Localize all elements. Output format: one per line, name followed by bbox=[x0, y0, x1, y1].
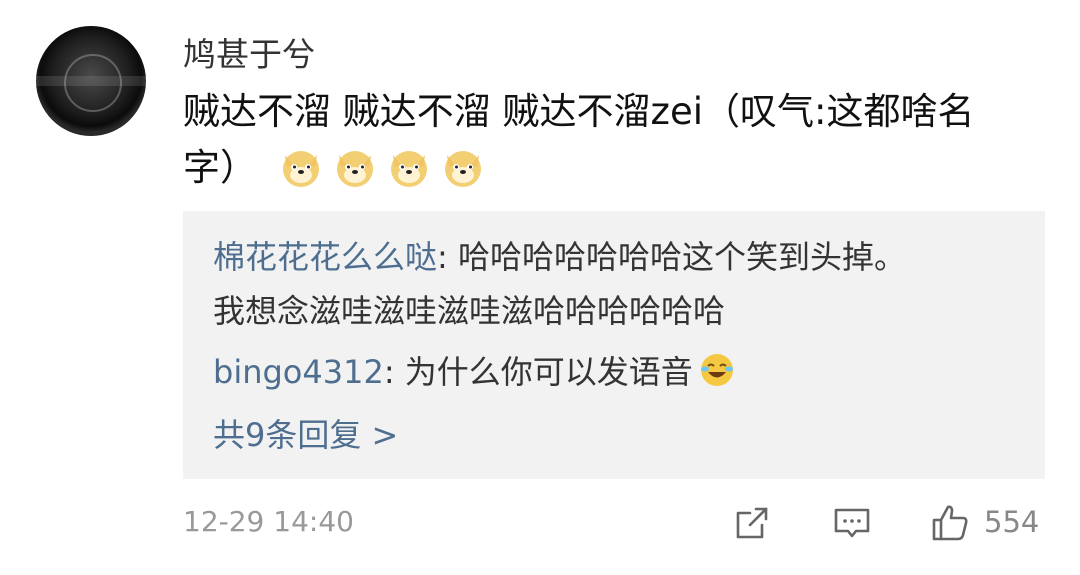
reply-text: 哈哈哈哈哈哈哈这个笑到头掉。 bbox=[447, 238, 906, 276]
doge-icon bbox=[336, 151, 373, 187]
reply-separator: : bbox=[437, 238, 448, 276]
doge-icon bbox=[282, 151, 319, 187]
doge-icon bbox=[444, 151, 481, 187]
reply-text: 我想念滋哇滋哇滋哇滋哈哈哈哈哈哈 bbox=[213, 292, 726, 330]
reply-item: bingo4312: 为什么你可以发语音 bbox=[213, 352, 735, 392]
doge-icon bbox=[390, 151, 427, 187]
reply-item: 棉花花花么么哒: 哈哈哈哈哈哈哈这个笑到头掉。 bbox=[213, 237, 906, 277]
reply-author[interactable]: bingo4312 bbox=[213, 353, 384, 391]
comment-icon[interactable] bbox=[830, 501, 874, 545]
like-icon[interactable] bbox=[928, 501, 972, 545]
comment-content: 贼达不溜 贼达不溜 贼达不溜zei（叹气:这都啥名字） bbox=[183, 84, 1023, 196]
avatar[interactable] bbox=[36, 26, 146, 136]
comment-card: 鸠甚于兮 贼达不溜 贼达不溜 贼达不溜zei（叹气:这都啥名字） 棉花花花么么哒… bbox=[0, 0, 1080, 575]
more-replies-link[interactable]: 共9条回复 > bbox=[213, 415, 398, 455]
reply-text: 为什么你可以发语音 bbox=[394, 353, 693, 391]
comment-timestamp: 12-29 14:40 bbox=[183, 505, 354, 538]
comment-username[interactable]: 鸠甚于兮 bbox=[183, 28, 315, 76]
reply-box[interactable]: 棉花花花么么哒: 哈哈哈哈哈哈哈这个笑到头掉。 我想念滋哇滋哇滋哇滋哈哈哈哈哈哈… bbox=[183, 211, 1045, 479]
reply-separator: : bbox=[383, 353, 395, 391]
share-icon[interactable] bbox=[730, 501, 774, 545]
more-replies-label: 共9条回复 > bbox=[213, 416, 399, 454]
reply-author[interactable]: 棉花花花么么哒 bbox=[213, 238, 437, 276]
reply-text-continued: 我想念滋哇滋哇滋哇滋哈哈哈哈哈哈 bbox=[213, 291, 725, 331]
laugh-cry-icon bbox=[700, 354, 733, 386]
like-count: 554 bbox=[984, 505, 1040, 539]
